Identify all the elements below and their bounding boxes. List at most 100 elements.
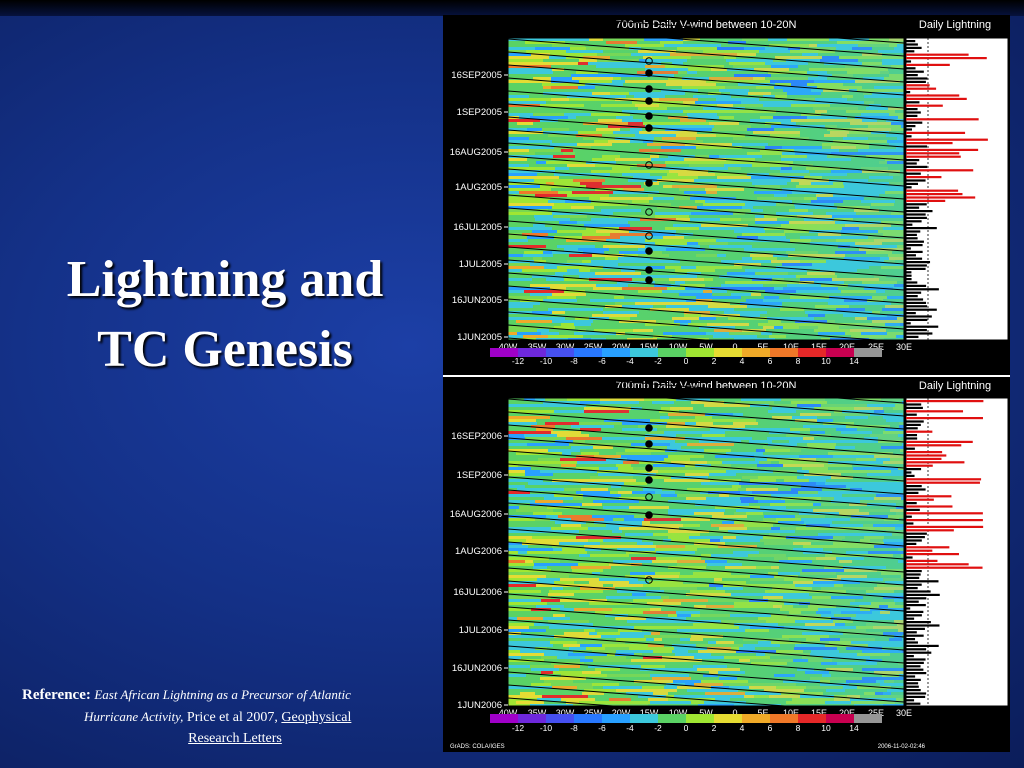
colorbar-segment [686, 348, 714, 357]
lightning-bar [906, 271, 912, 274]
lightning-bar [906, 261, 931, 264]
y-tick-label: 16JUL2006 [453, 587, 502, 598]
lightning-bar [906, 689, 921, 692]
reference-link-2[interactable]: Research Letters [188, 731, 282, 746]
slide-title: Lightning and TC Genesis [20, 245, 430, 385]
lightning-bar [906, 699, 915, 702]
lightning-bar [906, 203, 927, 206]
lightning-bar [906, 91, 911, 94]
lightning-bar [906, 254, 916, 257]
lightning-bar [906, 563, 969, 566]
colorbar-segment [798, 714, 826, 723]
lightning-bar [906, 77, 928, 80]
lightning-bar [906, 312, 916, 315]
lightning-bar [906, 515, 912, 518]
lightning-bar [906, 165, 928, 168]
colorbar-tick-label: 4 [740, 723, 745, 733]
lightning-bar [906, 172, 921, 175]
colorbar-segment [742, 714, 770, 723]
lightning-bar [906, 658, 926, 661]
lightning-bar [906, 220, 922, 223]
lightning-bar [906, 502, 917, 505]
lightning-bar [906, 281, 918, 284]
lightning-bar [906, 193, 963, 196]
colorbar-segment [770, 714, 798, 723]
colorbar-tick-label: 14 [849, 356, 859, 366]
colorbar-tick-label: -6 [598, 723, 606, 733]
lightning-bar [906, 512, 983, 515]
lightning-bar [906, 430, 933, 433]
lightning-bar [906, 295, 918, 298]
lightning-bar [906, 335, 919, 338]
lightning-bar [906, 74, 918, 77]
lightning-bar [906, 587, 918, 590]
lightning-bar [906, 216, 927, 219]
colorbar-segment [602, 714, 630, 723]
colorbar-segment [490, 714, 518, 723]
lightning-bar [906, 111, 921, 114]
colorbar-tick-label: 0 [684, 723, 689, 733]
lightning-bar [906, 539, 922, 542]
plot-mask [508, 388, 904, 398]
heatmap-overlay [508, 398, 904, 706]
lightning-bar [906, 142, 953, 145]
lightning-bar [906, 655, 914, 658]
lightning-bar [906, 189, 959, 192]
genesis-marker-filled [645, 85, 653, 93]
lightning-bar [906, 227, 937, 230]
lightning-bar [906, 457, 942, 460]
lightning-bar [906, 128, 912, 131]
lightning-bar [906, 87, 937, 90]
lightning-bar [906, 678, 921, 681]
y-tick-label: 1SEP2005 [457, 107, 502, 118]
lightning-bar [906, 315, 932, 318]
footer-timestamp: 2006-11-02-02:46 [878, 744, 926, 750]
lightning-bar [906, 138, 988, 141]
lightning-bar [906, 43, 918, 46]
colorbar-tick-label: -4 [626, 356, 634, 366]
lightning-bar [906, 406, 923, 409]
y-tick-label: 16SEP2005 [451, 70, 502, 81]
lightning-bar [906, 505, 953, 508]
lightning-bar [906, 233, 917, 236]
lightning-bar [906, 329, 927, 332]
lightning-bar [906, 478, 982, 481]
colorbar-tick-label: 6 [768, 356, 773, 366]
colorbar-segment [714, 714, 742, 723]
lightning-title: Daily Lightning [919, 380, 991, 392]
lightning-bar [906, 213, 926, 216]
lightning-bar [906, 57, 987, 60]
lightning-bar [906, 210, 933, 213]
lightning-bar [906, 614, 922, 617]
plot-mask [508, 28, 904, 38]
lightning-bar [906, 70, 924, 73]
chart-panel-1: 700mb Daily V-wind between 10-20N Daily L… [443, 12, 1010, 375]
lightning-bar [906, 553, 959, 556]
lightning-bar [906, 97, 967, 100]
lightning-bar [906, 485, 922, 488]
y-tick-label: 16SEP2006 [451, 431, 502, 442]
lightning-bar [906, 332, 933, 335]
genesis-marker-filled [645, 476, 653, 484]
colorbar-tick-label: 0 [684, 356, 689, 366]
lightning-bar [906, 410, 964, 413]
lightning-bar [906, 135, 912, 138]
lightning-bar [906, 182, 918, 185]
panel-divider [443, 375, 1010, 377]
lightning-bar [906, 627, 925, 630]
lightning-bar [906, 491, 919, 494]
lightning-bar [906, 186, 912, 189]
reference-link-1[interactable]: Geophysical [281, 710, 351, 725]
lightning-bar [906, 159, 920, 162]
lightning-title: Daily Lightning [919, 19, 991, 31]
lightning-bar [906, 413, 917, 416]
lightning-bar [906, 322, 911, 325]
y-tick-label: 1SEP2006 [457, 470, 502, 481]
lightning-bar [906, 519, 983, 522]
lightning-bar [906, 423, 921, 426]
lightning-bar [906, 223, 913, 226]
lightning-bar [906, 576, 920, 579]
lightning-bar [906, 199, 946, 202]
lightning-bar [906, 80, 926, 83]
reference-line-2: Hurricane Activity, Price et al 2007, Ge… [22, 706, 422, 728]
